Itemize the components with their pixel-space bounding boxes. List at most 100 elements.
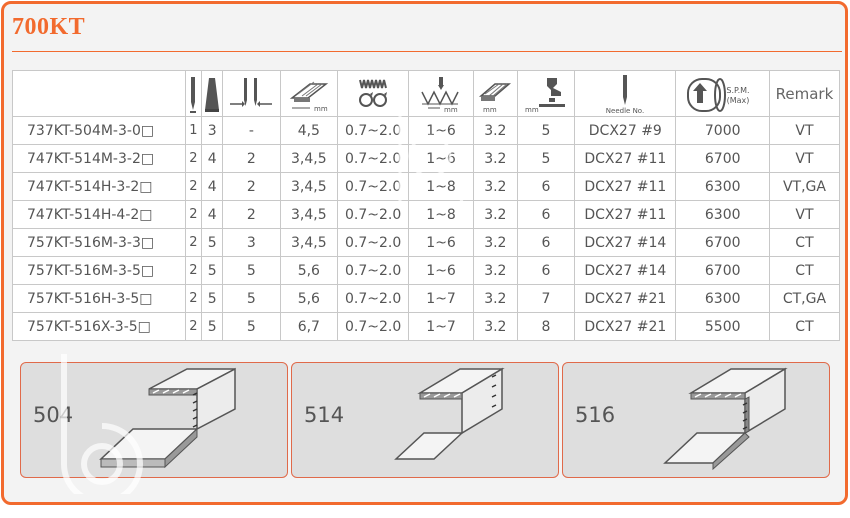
stitch-length-icon: mm [408,70,474,117]
remark-cell: VT,GA [768,172,841,201]
overedge-width-icon: mm [279,70,339,117]
overlock-seam-514-icon [394,367,505,460]
overedge-width-cell: 3,4,5 [279,228,339,257]
needle-size-cell: DCX27 #9 [574,116,677,145]
stitch-width-cell: 3.2 [472,312,518,341]
overedge-width-cell: 3,4,5 [279,172,339,201]
needle-gauge-icon [222,70,281,117]
stitch-width-cell: 3.2 [472,256,518,285]
stitch-width-cell: 3.2 [472,200,518,229]
stitch-length-cell: 1~6 [408,228,474,257]
needle-count-cell: 2 [184,172,203,201]
spm-motor-icon: S.P.M. (Max) [675,70,770,117]
stitch-length-cell: 1~6 [408,144,474,173]
differential-feed-cell: 0.7~2.0 [337,116,410,145]
spm-cell: 6700 [675,256,770,285]
overedge-width-cell: 3,4,5 [279,144,339,173]
model-cell: 747KT-514H-4-2□ [12,200,186,229]
differential-feed-cell: 0.7~2.0 [337,200,410,229]
table-row: 737KT-504M-3-0□ 1 3-4,5 0.7~2.0 1~6 3.2 5 DCX27… [12,116,841,145]
svg-text:Needle No.: Needle No. [606,107,644,115]
svg-text:mm: mm [444,106,458,114]
needle-icon: Needle No. [574,70,677,117]
spm-cell: 6300 [675,172,770,201]
table-row: 747KT-514H-4-2□ 2 4 2 3,4,5 0.7~2.0 1~8 3.2 6 DCX… [12,200,841,229]
needle-gauge-cell: 5 [222,284,281,313]
page-title: 700KT [12,14,86,40]
needle-size-cell: DCX27 #11 [574,200,677,229]
stitch-length-cell: 1~6 [408,256,474,285]
overedge-width-cell: 5,6 [279,256,339,285]
spm-cell: 6300 [675,200,770,229]
overedge-width-cell: 4,5 [279,116,339,145]
spec-frame: 700KT mm mm mm mm Needle No. S.P.M. (Max… [1,1,848,505]
svg-text:mm: mm [483,106,497,114]
table-row: 747KT-514H-3-2□ 2 4 2 3,4,5 0.7~2.0 1~8 3.2 6 DCX… [12,172,841,201]
needle-gauge-cell: 2 [222,200,281,229]
spm-cell: 7000 [675,116,770,145]
needle-count-cell: 1 [184,116,203,145]
thread-count-cell: 5 [201,312,224,341]
overlock-seam-516-icon [663,367,788,471]
remark-cell: CT [768,256,841,285]
stitch-width-cell: 3.2 [472,116,518,145]
table-row: 757KT-516M-3-5□ 2 5 5 5,6 0.7~2.0 1~6 3.2 6 DCX27… [12,256,841,285]
needle-size-cell: DCX27 #14 [574,256,677,285]
svg-text:mm: mm [525,106,539,114]
presser-lift-cell: 5 [516,116,576,145]
spm-cell: 6700 [675,228,770,257]
presser-lift-cell: 6 [516,256,576,285]
table-row: 757KT-516X-3-5□ 2 5 5 6,7 0.7~2.0 1~7 3.2 8 DCX27… [12,312,841,341]
differential-feed-cell: 0.7~2.0 [337,172,410,201]
remark-cell: CT [768,228,841,257]
presser-lift-cell: 6 [516,200,576,229]
presser-lift-cell: 6 [516,228,576,257]
needle-count-cell: 2 [184,284,203,313]
needle-gauge-cell: - [222,116,281,145]
svg-text:mm: mm [314,105,328,113]
overlock-seam-504-icon [99,367,236,469]
thread-count-cell: 4 [201,144,224,173]
differential-feed-cell: 0.7~2.0 [337,144,410,173]
differential-feed-cell: 0.7~2.0 [337,284,410,313]
stitch-length-cell: 1~8 [408,172,474,201]
table-row: 757KT-516M-3-3□ 2 5 3 3,4,5 0.7~2.0 1~6 3.2 6 DCX… [12,228,841,257]
overedge-width-cell: 3,4,5 [279,200,339,229]
spec-table: mm mm mm mm Needle No. S.P.M. (Max) Rema… [12,70,841,341]
needle-count-cell: 2 [184,312,203,341]
needle-gauge-cell: 3 [222,228,281,257]
needle-size-cell: DCX27 #11 [574,172,677,201]
seam-panel-516: 516 [562,362,830,478]
stitch-width-cell: 3.2 [472,284,518,313]
presser-lift-cell: 5 [516,144,576,173]
remark-cell: VT [768,116,841,145]
thread-count-cell: 4 [201,172,224,201]
header-model [12,70,186,117]
needle-gauge-cell: 5 [222,256,281,285]
differential-feed-cell: 0.7~2.0 [337,228,410,257]
needle-gauge-cell: 5 [222,312,281,341]
needle-count-icon [184,70,203,117]
svg-text:(Max): (Max) [726,96,749,105]
header-remark: Remark [768,70,841,117]
stitch-length-cell: 1~6 [408,116,474,145]
model-cell: 747KT-514M-3-2□ [12,144,186,173]
needle-size-cell: DCX27 #14 [574,228,677,257]
remark-cell: CT [768,312,841,341]
stitch-width-cell: 3.2 [472,144,518,173]
model-cell: 737KT-504M-3-0□ [12,116,186,145]
thread-count-cell: 3 [201,116,224,145]
thread-count-icon [201,70,224,117]
thread-count-cell: 5 [201,284,224,313]
stitch-width-cell: 3.2 [472,228,518,257]
needle-count-cell: 2 [184,200,203,229]
spm-cell: 6300 [675,284,770,313]
presser-lift-cell: 8 [516,312,576,341]
model-cell: 757KT-516M-3-3□ [12,228,186,257]
spm-cell: 6700 [675,144,770,173]
overedge-width-cell: 6,7 [279,312,339,341]
needle-count-cell: 2 [184,144,203,173]
thread-count-cell: 5 [201,228,224,257]
table-row: 747KT-514M-3-2□ 2 4 2 3,4,5 0.7~2.0 1~6 3.2 5 DCX… [12,144,841,173]
needle-gauge-cell: 2 [222,172,281,201]
